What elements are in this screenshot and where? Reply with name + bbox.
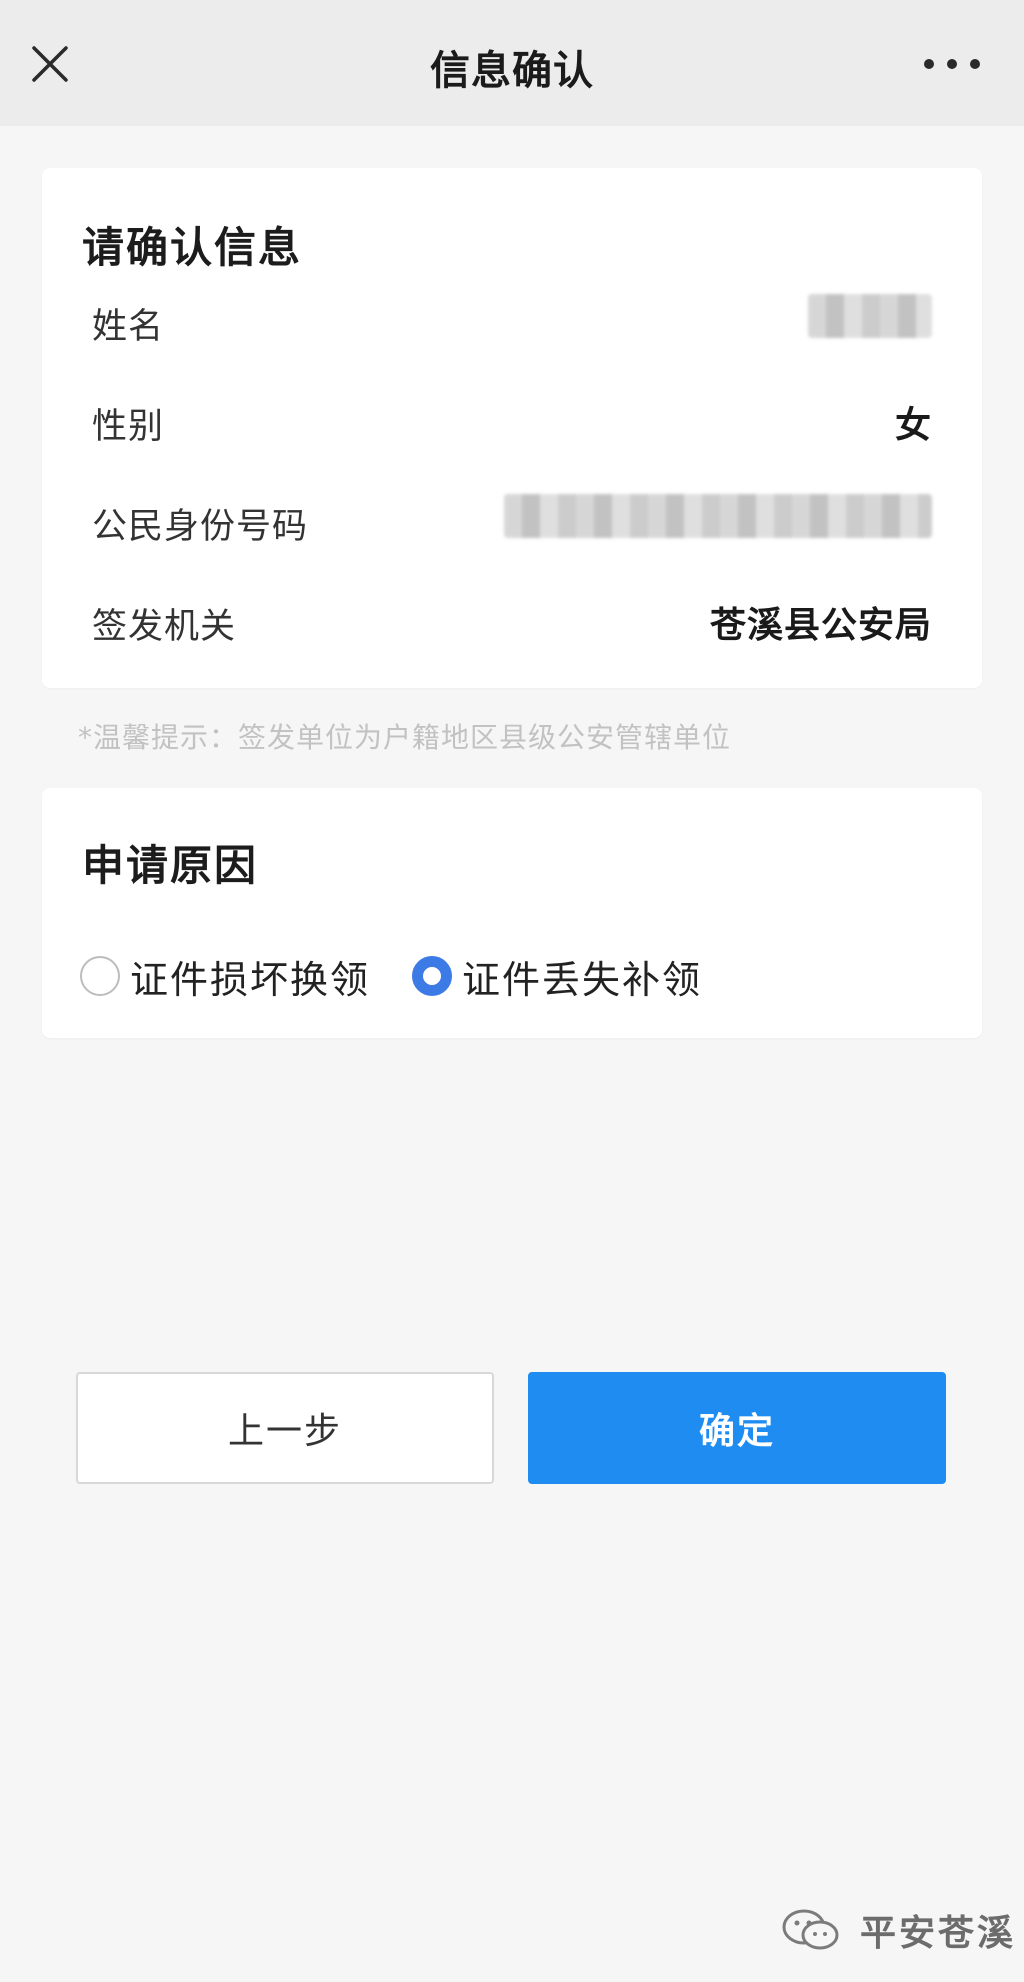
previous-step-button[interactable]: 上一步 [76, 1372, 494, 1484]
masked-name-value [808, 294, 932, 338]
gender-value: 女 [894, 405, 932, 446]
info-row-issuing-authority: 签发机关 苍溪县公安局 [92, 590, 932, 647]
masked-id-number-value [504, 494, 932, 538]
more-dots-icon [924, 59, 934, 69]
radio-label[interactable]: 证件丢失补领 [462, 949, 702, 1004]
issuing-authority-value: 苍溪县公安局 [709, 605, 932, 646]
row-label: 公民身份号码 [92, 507, 309, 547]
info-row-gender: 性别 女 [92, 390, 932, 447]
radio-label[interactable]: 证件损坏换领 [130, 949, 370, 1004]
wechat-icon [782, 1909, 839, 1950]
info-card: 请确认信息 姓名 性别 女 公民身份号码 签发机关 苍溪县公安局 [42, 168, 982, 688]
radio-option-lost[interactable]: 证件丢失补领 [412, 948, 702, 1004]
watermark: 平安苍溪 [780, 1900, 1016, 1960]
more-dots-icon [947, 59, 957, 69]
reason-card-title: 申请原因 [82, 841, 259, 890]
row-label: 性别 [92, 407, 165, 447]
radio-checked-icon[interactable] [412, 956, 452, 996]
more-button[interactable] [924, 52, 980, 76]
radio-unchecked-icon[interactable] [80, 956, 120, 996]
info-card-title: 请确认信息 [82, 223, 303, 272]
info-row-name: 姓名 [92, 290, 932, 347]
row-label: 姓名 [92, 307, 165, 347]
more-dots-icon [970, 59, 980, 69]
radio-option-damaged[interactable]: 证件损坏换领 [80, 948, 370, 1004]
row-label: 签发机关 [92, 607, 237, 647]
info-row-id-number: 公民身份号码 [92, 490, 932, 547]
reason-card: 申请原因 证件损坏换领 证件丢失补领 [42, 788, 982, 1038]
page-title: 信息确认 [430, 48, 594, 94]
hint-text: *温馨提示：签发单位为户籍地区县级公安管辖单位 [78, 721, 732, 754]
navigation-bar: 信息确认 [0, 0, 1024, 126]
watermark-text: 平安苍溪 [860, 1913, 1017, 1954]
confirm-button[interactable]: 确定 [528, 1372, 946, 1484]
